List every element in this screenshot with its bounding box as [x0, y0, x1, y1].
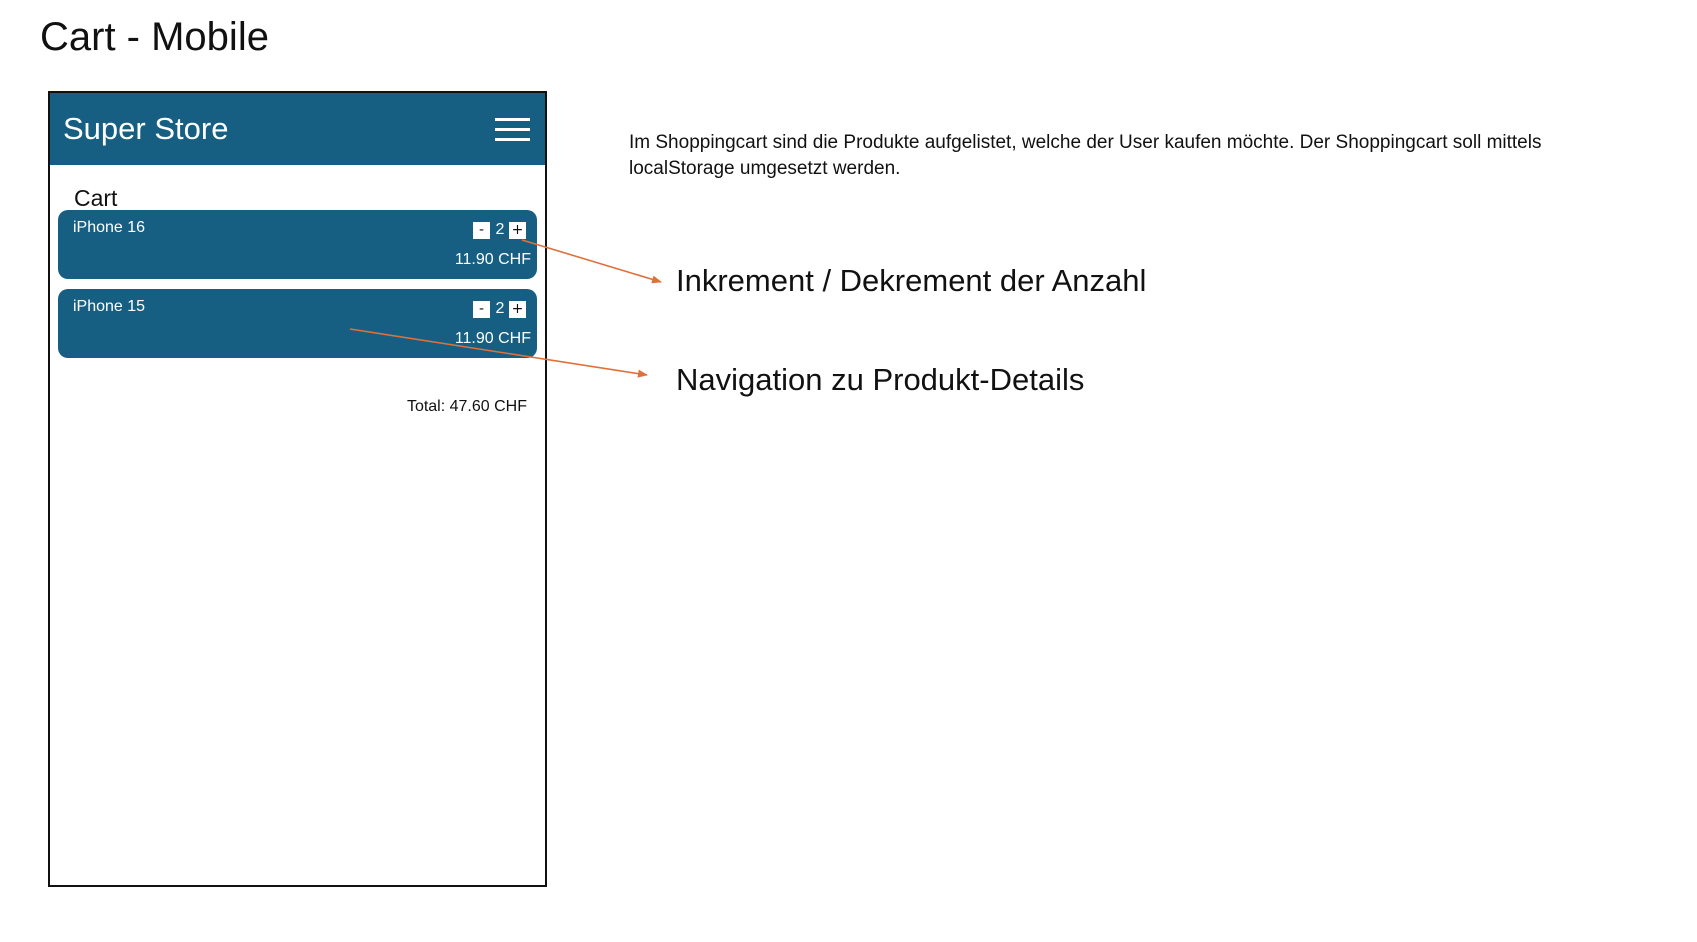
cart-total: Total: 47.60 CHF	[406, 398, 527, 415]
quantity-value: 2	[495, 300, 505, 317]
cart-item-price: 11.90 CHF	[454, 330, 531, 347]
decrement-button[interactable]: -	[473, 221, 490, 239]
increment-button[interactable]: +	[509, 221, 526, 239]
app-title[interactable]: Super Store	[63, 111, 228, 147]
page-title: Cart - Mobile	[40, 15, 269, 59]
decrement-button[interactable]: -	[473, 300, 490, 318]
quantity-stepper: - 2 +	[473, 299, 526, 319]
callout-navigation: Navigation zu Produkt-Details	[676, 362, 1085, 397]
hamburger-line	[495, 128, 530, 131]
description-text: Im Shoppingcart sind die Produkte aufgel…	[629, 132, 1542, 179]
cart-heading: Cart	[74, 185, 118, 211]
increment-button[interactable]: +	[509, 300, 526, 318]
quantity-stepper: - 2 +	[473, 220, 526, 240]
cart-item-iphone-16[interactable]: iPhone 16 - 2 + 11.90 CHF	[58, 210, 537, 279]
app-header: Super Store	[50, 93, 545, 165]
cart-item-price: 11.90 CHF	[454, 251, 531, 268]
hamburger-line	[495, 138, 530, 141]
callout-quantity: Inkrement / Dekrement der Anzahl	[676, 263, 1147, 298]
mobile-frame: Super Store Cart iPhone 16 - 2 + 11.90 C…	[48, 91, 547, 887]
hamburger-line	[495, 118, 530, 121]
quantity-value: 2	[495, 221, 505, 238]
hamburger-icon[interactable]	[495, 118, 530, 142]
cart-item-name: iPhone 16	[73, 219, 146, 236]
cart-item-name: iPhone 15	[73, 298, 146, 315]
cart-item-iphone-15[interactable]: iPhone 15 - 2 + 11.90 CHF	[58, 289, 537, 358]
